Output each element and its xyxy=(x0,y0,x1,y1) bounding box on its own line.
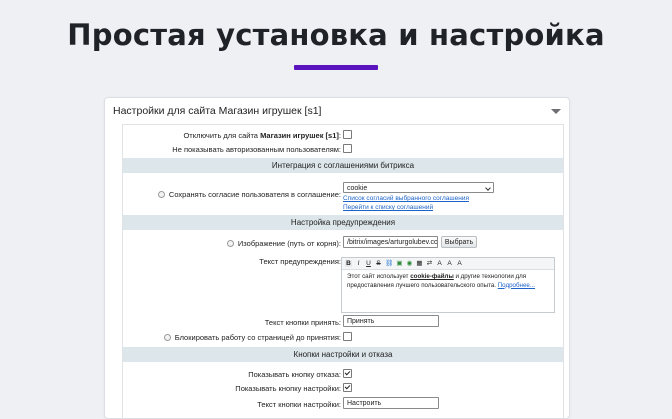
hide-auth-label: Не показывать авторизованным пользовател… xyxy=(172,145,341,154)
card-header[interactable]: Настройки для сайта Магазин игрушек [s1] xyxy=(105,98,569,124)
card-title: Настройки для сайта Магазин игрушек [s1] xyxy=(113,105,322,117)
hint-icon[interactable] xyxy=(157,191,165,198)
source-icon[interactable]: ⇄ xyxy=(426,260,433,267)
bold-button[interactable]: B xyxy=(345,260,352,267)
choose-image-button[interactable]: Выбрать xyxy=(441,236,477,248)
hide-auth-checkbox[interactable] xyxy=(343,144,352,153)
image-label: Изображение (путь от корня): xyxy=(226,239,341,248)
strike-button[interactable]: S xyxy=(375,260,382,267)
block-page-row: Блокировать работу со страницей до приня… xyxy=(123,332,563,342)
font-color-button[interactable]: A xyxy=(436,260,443,267)
show-settings-checkbox[interactable] xyxy=(343,383,352,392)
page-heading: Простая установка и настройка xyxy=(67,18,605,52)
show-settings-label: Показывать кнопку настройки: xyxy=(235,384,341,393)
show-reject-label: Показывать кнопку отказа: xyxy=(248,370,341,379)
hide-auth-row: Не показывать авторизованным пользовател… xyxy=(123,144,563,154)
warning-text[interactable]: Этот сайт использует cookie-файлы и друг… xyxy=(347,273,551,290)
image-path-input[interactable]: /bitrix/images/arturgolubev.cookies xyxy=(343,236,438,248)
image-row: Изображение (путь от корня): /bitrix/ima… xyxy=(123,236,563,250)
settings-text-row: Текст кнопки настройки: Настроить xyxy=(123,397,563,411)
agreement-consents-link[interactable]: Список согласий выбранного соглашения xyxy=(343,195,469,202)
heading-underline xyxy=(294,65,378,70)
disable-checkbox[interactable] xyxy=(343,130,352,139)
media-icon[interactable]: ◉ xyxy=(406,260,413,267)
disable-row: Отключить для сайта Магазин игрушек [s1]… xyxy=(123,130,563,140)
show-settings-row: Показывать кнопку настройки: xyxy=(123,383,563,393)
font-size-down-button[interactable]: A xyxy=(456,260,463,267)
settings-text-label: Текст кнопки настройки: xyxy=(257,400,341,409)
accept-text-label: Текст кнопки принять: xyxy=(264,318,341,327)
accept-text-row: Текст кнопки принять: Принять xyxy=(123,315,563,329)
section-warning: Настройка предупреждения xyxy=(123,215,563,230)
settings-text-input[interactable]: Настроить xyxy=(343,397,439,409)
chevron-down-icon xyxy=(485,185,491,191)
agreement-label: Сохранять согласие пользователя в соглаш… xyxy=(157,190,341,199)
underline-button[interactable]: U xyxy=(365,260,372,267)
block-page-label: Блокировать работу со страницей до приня… xyxy=(163,333,341,342)
hint-icon[interactable] xyxy=(163,334,171,341)
block-page-checkbox[interactable] xyxy=(343,332,352,341)
chevron-down-icon[interactable] xyxy=(551,109,561,114)
warning-editor[interactable]: B I U S ⛓ ▣ ◉ ▦ ⇄ A A A Этот сайт исполь… xyxy=(341,257,555,313)
font-size-up-button[interactable]: A xyxy=(446,260,453,267)
table-icon[interactable]: ▦ xyxy=(416,260,423,267)
section-buttons: Кнопки настройки и отказа xyxy=(123,347,563,362)
show-reject-row: Показывать кнопку отказа: xyxy=(123,369,563,379)
settings-form: Отключить для сайта Магазин игрушек [s1]… xyxy=(122,124,564,418)
section-integration: Интеграция с соглашениями битрикса xyxy=(123,158,563,173)
image-icon[interactable]: ▣ xyxy=(396,260,403,267)
editor-toolbar: B I U S ⛓ ▣ ◉ ▦ ⇄ A A A xyxy=(342,258,554,270)
accept-text-input[interactable]: Принять xyxy=(343,315,439,327)
italic-button[interactable]: I xyxy=(355,260,362,267)
hint-icon[interactable] xyxy=(226,240,234,247)
agreement-select[interactable]: cookie xyxy=(343,182,494,193)
show-reject-checkbox[interactable] xyxy=(343,369,352,378)
warning-row: Текст предупреждения: B I U S ⛓ ▣ ◉ ▦ ⇄ … xyxy=(123,257,563,317)
disable-label: Отключить для сайта Магазин игрушек [s1]… xyxy=(183,131,341,140)
settings-card: Настройки для сайта Магазин игрушек [s1]… xyxy=(104,97,570,419)
agreement-row: Сохранять согласие пользователя в соглаш… xyxy=(123,179,563,215)
link-icon[interactable]: ⛓ xyxy=(385,260,393,267)
warning-label: Текст предупреждения: xyxy=(259,257,341,266)
agreements-list-link[interactable]: Перейти к списку соглашений xyxy=(343,204,433,211)
